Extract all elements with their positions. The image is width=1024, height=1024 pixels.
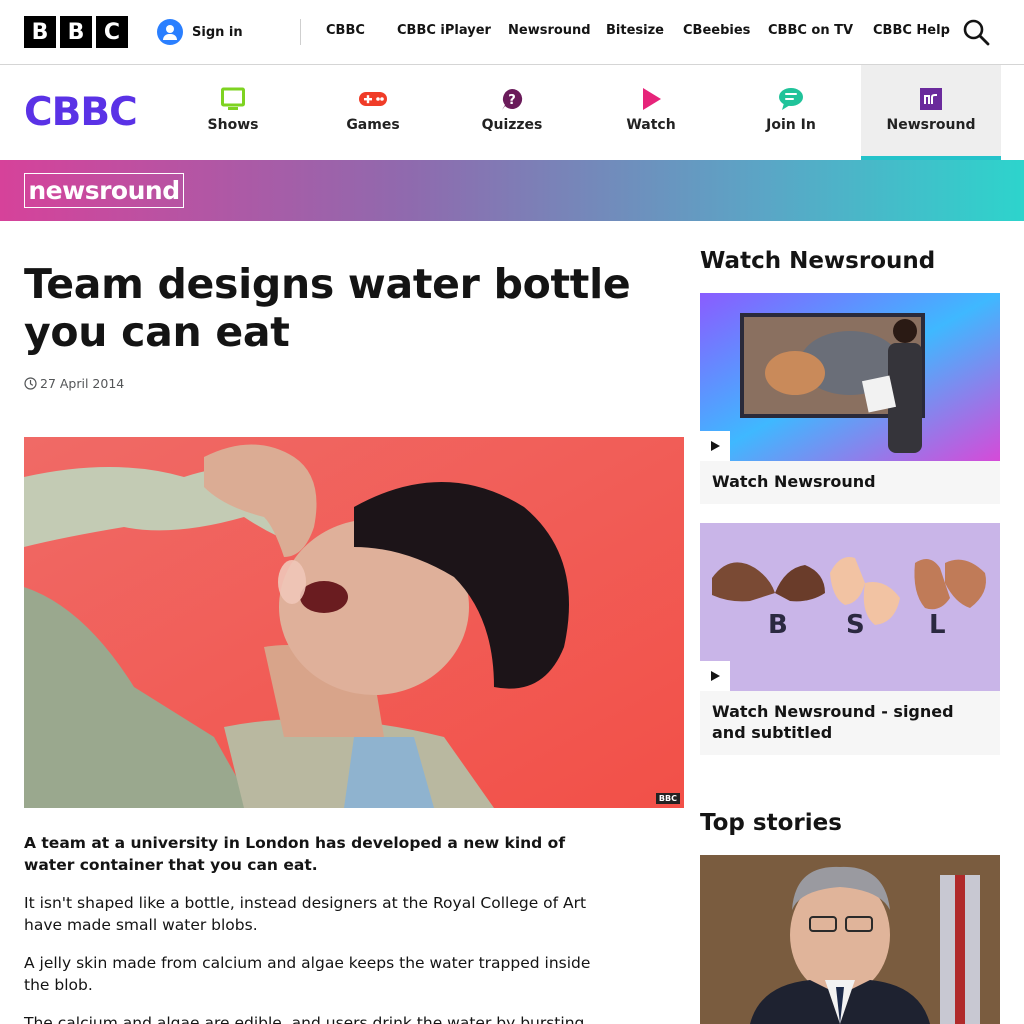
nav-item-label: Newsround	[886, 117, 976, 133]
nav-item-label: Watch	[626, 117, 676, 133]
clock-icon	[24, 377, 37, 390]
play-badge	[700, 431, 730, 461]
man-eating-water-blob-image	[24, 437, 684, 808]
nav-item-quizzes[interactable]: ? Quizzes	[442, 65, 582, 160]
nav-item-join-in[interactable]: Join In	[721, 65, 861, 160]
nav-link-cbbc[interactable]: CBBC	[326, 23, 365, 38]
bsl-letter-s: S	[846, 610, 865, 640]
article-date-text: 27 April 2014	[40, 376, 125, 391]
nav-item-newsround[interactable]: Newsround	[861, 65, 1001, 160]
nav-item-label: Join In	[766, 117, 816, 133]
play-badge	[700, 661, 730, 691]
bsl-sign-language-image: B S L	[700, 523, 1000, 691]
play-icon	[643, 88, 661, 110]
video-thumbnail	[700, 293, 1000, 461]
newsround-studio-image	[700, 293, 1000, 461]
image-credit-badge: BBC	[655, 793, 680, 804]
article-intro: A team at a university in London has dev…	[24, 834, 566, 874]
article-paragraph: A jelly skin made from calcium and algae…	[24, 954, 591, 994]
top-stories-heading: Top stories	[700, 810, 842, 836]
nav-link-cbbc-iplayer[interactable]: CBBC iPlayer	[397, 23, 491, 38]
svg-text:?: ?	[508, 93, 516, 108]
nav-item-shows[interactable]: Shows	[163, 65, 303, 160]
bsl-letter-l: L	[929, 610, 946, 640]
nav-link-cbeebies[interactable]: CBeebies	[683, 23, 750, 38]
video-card-watch-newsround[interactable]: Watch Newsround	[700, 293, 1000, 504]
search-icon[interactable]	[962, 18, 990, 46]
play-icon	[711, 671, 720, 681]
article-paragraph: It isn't shaped like a bottle, instead d…	[24, 894, 587, 934]
bsl-letter-b: B	[768, 610, 788, 640]
nav-link-cbbc-on-tv[interactable]: CBBC on TV	[768, 23, 853, 38]
newsround-logo[interactable]: newsround	[24, 173, 184, 208]
nav-item-games[interactable]: Games	[303, 65, 443, 160]
video-card-title: Watch Newsround	[712, 472, 876, 491]
newsround-banner: newsround	[0, 160, 1024, 221]
video-thumbnail: B S L	[700, 523, 1000, 691]
nav-link-newsround[interactable]: Newsround	[508, 23, 591, 38]
video-card-title: Watch Newsround - signed and subtitled	[712, 702, 954, 742]
top-story-portrait-image	[700, 855, 1000, 1024]
nav-item-watch[interactable]: Watch	[581, 65, 721, 160]
play-icon	[711, 441, 720, 451]
article-date: 27 April 2014	[24, 376, 124, 391]
nav-item-label: Quizzes	[481, 117, 543, 133]
chat-icon	[779, 88, 803, 110]
video-card-signed-subtitled[interactable]: B S L Watch Newsround - signed and subti…	[700, 523, 1000, 755]
watch-newsround-heading: Watch Newsround	[700, 248, 936, 274]
gamepad-icon	[359, 92, 387, 106]
nav-link-cbbc-help[interactable]: CBBC Help	[873, 23, 950, 38]
article-paragraph: The calcium and algae are edible, and us…	[24, 1014, 585, 1024]
tv-icon	[221, 87, 245, 110]
top-story-image[interactable]	[700, 855, 1000, 1024]
nav-link-bitesize[interactable]: Bitesize	[606, 23, 664, 38]
nav-item-label: Games	[346, 117, 400, 133]
cbbc-navigation: CBBC Shows Games ? Quizzes Watch Join In…	[0, 65, 1024, 160]
newsround-icon	[920, 88, 942, 110]
bbc-global-header: B B C Sign in CBBC CBBC iPlayer Newsroun…	[0, 0, 1024, 65]
cbbc-logo[interactable]: CBBC	[24, 90, 138, 135]
question-icon: ?	[502, 88, 523, 110]
nav-item-label: Shows	[207, 117, 259, 133]
bbc-nav-links: CBBC CBBC iPlayer Newsround Bitesize CBe…	[0, 23, 1024, 43]
article-hero-image: BBC	[24, 437, 684, 808]
article-headline: Team designs water bottle you can eat	[24, 260, 631, 356]
